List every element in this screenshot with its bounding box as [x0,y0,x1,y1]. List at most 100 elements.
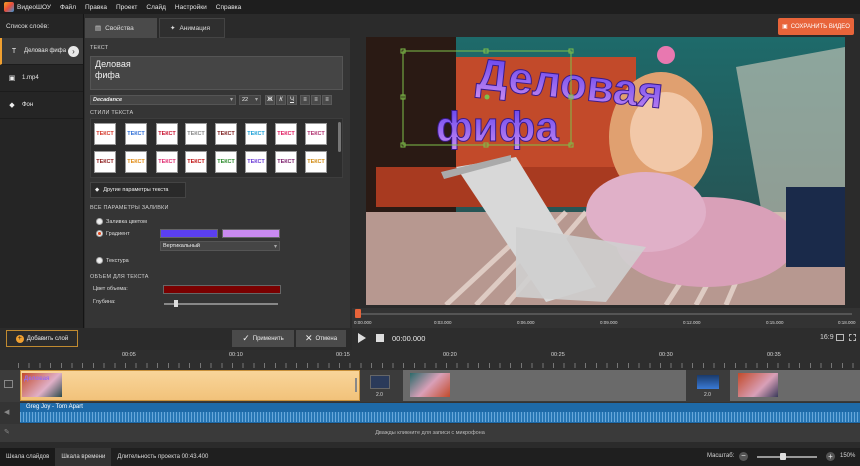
clip-handle[interactable] [355,378,357,392]
ruler-tick: 0:09.000 [600,320,618,325]
style-preset[interactable]: ТЕКСТ [275,151,297,173]
style-preset[interactable]: ТЕКСТ [275,123,297,145]
save-video-button[interactable]: ▣ СОХРАНИТЬ ВИДЕО [778,18,854,35]
project-duration: Длительность проекта 00:43.400 [117,454,209,460]
transition-duration: 2.0 [376,392,383,398]
volume-color-label: Цвет объема: [93,286,128,292]
arrow-right-icon[interactable]: › [68,46,79,57]
style-preset[interactable]: ТЕКСТ [156,123,178,145]
radio-icon [96,257,103,264]
align-center-icon[interactable]: ≡ [311,94,321,105]
depth-slider[interactable] [164,303,278,305]
speaker-icon: ◀ [4,409,10,416]
style-preset[interactable]: ТЕКСТ [185,123,207,145]
timeline-ruler[interactable]: 00:05 00:10 00:15 00:20 00:25 00:30 00:3… [0,350,860,370]
depth-slider-handle[interactable] [174,300,178,307]
style-preset[interactable]: ТЕКСТ [305,123,327,145]
gradient-color-1[interactable] [160,229,218,238]
styles-scrollbar[interactable] [338,122,341,152]
underline-button[interactable]: Ч [287,94,297,105]
text-input[interactable]: Деловая фифа [90,56,343,90]
text-styles-grid: ТЕКСТ ТЕКСТ ТЕКСТ ТЕКСТ ТЕКСТ ТЕКСТ ТЕКС… [90,118,343,178]
volume-color-swatch[interactable] [163,285,281,294]
ruler-tick: 0:03.000 [434,320,452,325]
radio-label: Заливка цветом [106,218,147,225]
aspect-ratio-select[interactable]: 16:9 [820,334,834,341]
zoom-value: 150% [840,453,856,459]
gradient-radio[interactable]: Градиент [96,230,130,237]
video-preview[interactable]: Деловая фифа [366,37,845,305]
edit-button-bar: + Добавить слой ✓ Применить ✕ Отмена [0,328,352,350]
menu-file[interactable]: Файл [60,4,76,11]
screen-icon[interactable] [836,334,844,341]
style-preset[interactable]: ТЕКСТ [215,151,237,173]
tab-animation[interactable]: ✦ Анимация [159,18,225,38]
film-icon: ▣ [8,75,16,82]
style-preset[interactable]: ТЕКСТ [185,151,207,173]
cancel-button[interactable]: ✕ Отмена [296,330,346,347]
ruler-tick: 0:06.000 [517,320,535,325]
gradient-type-select[interactable]: Вертикальный [160,241,280,251]
fill-section-label: ВСЕ ПАРАМЕТРЫ ЗАЛИВКИ [90,205,169,211]
style-preset[interactable]: ТЕКСТ [156,151,178,173]
font-size-select[interactable]: 22 [239,94,261,105]
zoom-out-button[interactable]: − [739,452,748,461]
menu-slide[interactable]: Слайд [146,4,166,11]
texture-radio[interactable]: Текстура [96,257,129,264]
menu-settings[interactable]: Настройки [175,4,207,11]
gradient-color-2[interactable] [222,229,280,238]
stop-icon[interactable] [376,334,384,342]
more-text-params-button[interactable]: ◆ Другие параметры текста [90,182,186,198]
italic-button[interactable]: К [276,94,286,105]
layer-background[interactable]: ◆ Фон [0,92,83,119]
audio-clip-title: Greg Joy - Torn Apart [26,404,83,410]
font-toolbar: Decadance 22 Ж К Ч ≡ ≡ ≡ [90,94,344,105]
style-preset[interactable]: ТЕКСТ [125,151,147,173]
fullscreen-icon[interactable] [849,334,856,341]
layers-header: Список слоёв: [6,22,50,30]
style-preset[interactable]: ТЕКСТ [125,123,147,145]
layer-video[interactable]: ▣ 1.mp4 [0,65,83,92]
layer-label: 1.mp4 [22,75,39,81]
apply-button[interactable]: ✓ Применить [232,330,294,347]
font-select[interactable]: Decadance [90,94,236,105]
bold-button[interactable]: Ж [265,94,275,105]
checkmark-icon: ✓ [242,333,250,343]
layer-text[interactable]: T Деловая фифа › [0,38,83,65]
tab-slides[interactable]: Шкала слайдов [0,448,56,466]
menu-help[interactable]: Справка [216,4,242,11]
style-preset[interactable]: ТЕКСТ [305,151,327,173]
style-preset[interactable]: ТЕКСТ [245,151,267,173]
fill-color-radio[interactable]: Заливка цветом [96,218,147,225]
ruler-label: 00:15 [336,352,350,358]
style-preset[interactable]: ТЕКСТ [215,123,237,145]
ruler-tick: 0:12.000 [683,320,701,325]
layer-label: Деловая фифа [24,48,67,54]
tab-timeline[interactable]: Шкала времени [55,448,112,466]
clipboard-icon: ▤ [95,25,102,32]
transition-thumbnail[interactable] [370,375,390,389]
align-left-icon[interactable]: ≡ [300,94,310,105]
menu-project[interactable]: Проект [116,4,137,11]
transition-thumbnail[interactable] [697,375,719,389]
zoom-slider[interactable] [757,456,817,458]
clip-thumbnail [738,373,778,397]
tab-properties[interactable]: ▤ Свойства [85,18,157,38]
image-icon [4,380,13,388]
ruler-tick: 0:00.000 [354,320,372,325]
menu-edit[interactable]: Правка [85,4,107,11]
zoom-in-button[interactable]: + [826,452,835,461]
play-icon[interactable] [358,333,366,343]
style-preset[interactable]: ТЕКСТ [245,123,267,145]
mic-track[interactable]: ✎ Дважды кликните для записи с микрофона [0,424,860,442]
player-controls: 00:00.000 16:9 [352,328,860,350]
style-preset[interactable]: ТЕКСТ [94,123,116,145]
preview-title-line2: фифа [436,103,559,150]
preview-ruler[interactable]: 0:00.000 0:03.000 0:06.000 0:09.000 0:12… [352,308,860,328]
style-preset[interactable]: ТЕКСТ [94,151,116,173]
slide-clip-selected[interactable] [20,370,360,401]
align-right-icon[interactable]: ≡ [322,94,332,105]
add-layer-button[interactable]: + Добавить слой [6,330,78,347]
zoom-slider-handle[interactable] [780,453,786,460]
playhead-marker[interactable] [355,309,361,318]
